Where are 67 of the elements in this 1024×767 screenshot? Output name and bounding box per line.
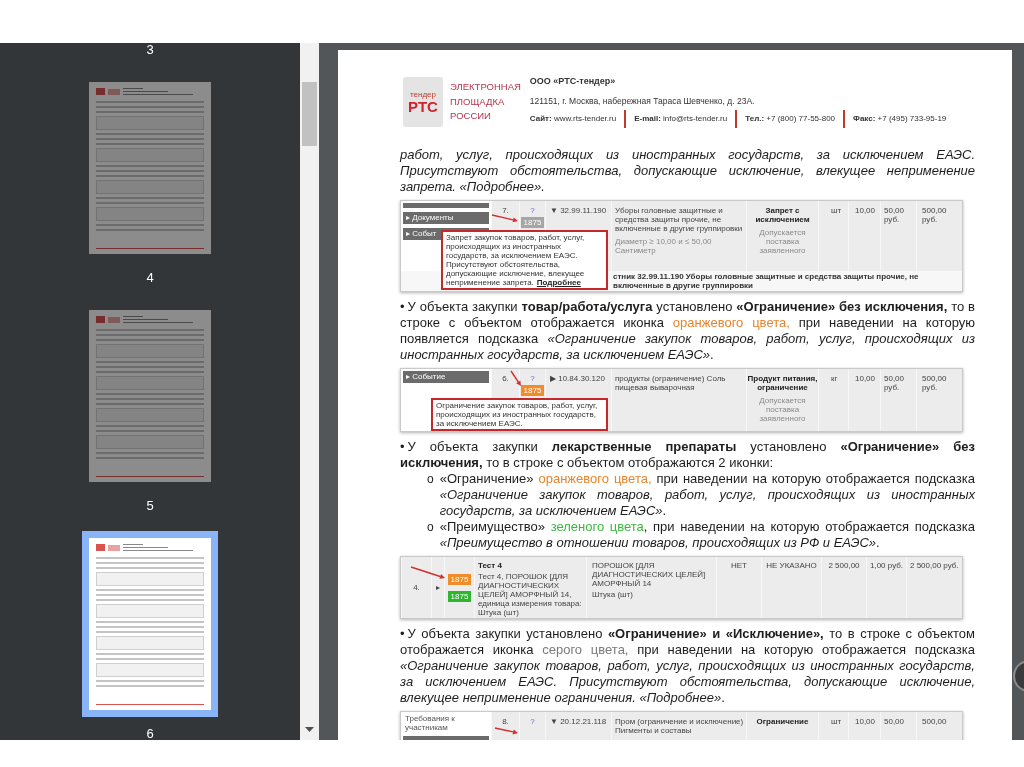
- table-text: 4.: [413, 583, 420, 592]
- list-marker: o: [427, 471, 434, 487]
- table-text: ▶ 10.84.30.120: [550, 374, 605, 383]
- logo-caption: тендер: [410, 89, 436, 99]
- platform-name: ЭЛЕКТРОННАЯ ПЛОЩАДКА РОССИИ: [450, 80, 521, 123]
- table-text: 50,00 руб.: [884, 374, 906, 392]
- table-text: 10,00: [855, 717, 876, 726]
- list-item-text: «Преимущество» зеленого цвета, при наведении на которую отображается подсказка «Преимущество в отношении товаров, происходящих из РФ и ЕАЭС».: [439, 519, 975, 551]
- tooltip-text: Запрет закупок товаров, работ, услуг, происходящих из иностранных государств, за исключением ЕАЭС. Присутствуют обстоятельства, допускающие исключение, влекущее неприменение запрета. Подробнее: [446, 233, 586, 287]
- bullet-paragraph: • У объекта закупки лекарственные препараты установлено «Ограничение» без исключения, то в строке с объектом отображаются 2 иконки:: [400, 439, 975, 471]
- number-badge: 1875: [520, 217, 545, 228]
- table-text: 10,00: [855, 374, 876, 383]
- table-note: Диаметр ≥ 10,00 и ≤ 50,00 Сантиметр: [615, 237, 713, 255]
- logo-text: РТС: [408, 98, 438, 115]
- table-text: 500,00 руб.: [922, 374, 948, 392]
- table-text: ▸: [436, 583, 440, 592]
- table-text: 10,00: [855, 206, 876, 215]
- table-text: Штука (шт): [592, 590, 633, 599]
- table-label: Продукт питания, ограничение: [747, 374, 818, 392]
- bullet-paragraph: • У объекта закупки установлено «Ограничение» и «Исключение», то в строке с объектом отображается иконка серого цвета, при наведении на которую отображается подсказка «Ограничение закупок товаров, работ, услуг, происходящих из иностранных государств, за исключением ЕАЭС. Присутствуют обстоятельства, допускающие исключение, влекущее неприменение ограничения. «Подробнее».: [400, 626, 975, 706]
- table-text: Уборы головные защитные и средства защиты прочие, не включенные в другие группировки: [615, 206, 744, 233]
- list-item-text: «Ограничение» оранжевого цвета, при наведении на которую отображается подсказка «Ограничение закупок товаров, работ, услуг, происходящих из иностранных государств, за исключением ЕАЭС».: [439, 471, 975, 519]
- tooltip-text: Ограничение закупок товаров, работ, услуг, происходящих из иностранных государств, за исключением ЕАЭС.: [436, 401, 599, 428]
- contact-text: Факс: +7 (495) 733-95-19: [853, 113, 947, 125]
- table-text: 500,00 руб.: [922, 206, 948, 224]
- number-badge: 1875: [520, 385, 545, 396]
- company-name: ООО «РТС-тендер»: [529, 75, 617, 87]
- table-text: шт: [831, 717, 842, 726]
- number-badge: 1875: [447, 573, 472, 585]
- table-note: Допускается поставка заявленного: [758, 396, 807, 423]
- body-paragraph: работ, услуг, происходящих из иностранных государств, за исключением ЕАЭС. Присутствуют обстоятельства, допускающие исключение, влекущее неприменение запрета. «Подробнее».: [400, 147, 975, 195]
- contact-text: Сайт: www.rts-tender.ru: [529, 113, 617, 125]
- table-text: продукты (ограничение) Соль пищевая выварочная: [615, 374, 727, 392]
- table-text: Тест 4, ПОРОШОК [ДЛЯ ДИАГНОСТИЧЕСКИХ ЦЕЛЕЙ] АМОРФНЫЙ 14, единица измерения товара: Штука (шт): [478, 572, 583, 617]
- list-marker: o: [427, 519, 434, 535]
- table-text: НЕТ: [731, 561, 747, 570]
- table-text: 7.: [502, 206, 509, 215]
- table-text: 1,00 руб.: [870, 561, 904, 570]
- table-text: ▼ 20.12.21.118: [550, 717, 607, 726]
- page-number: 5: [146, 499, 154, 512]
- table-label: Ограничение: [756, 717, 809, 726]
- table-text: Пром (ограничение и исключение) Пигменты и составы: [615, 717, 745, 735]
- bullet-paragraph: • У объекта закупки товар/работа/услуга установлено «Ограничение» без исключения, то в строке с объектом отображается иконка оранжевого цвета, при наведении на которую появляется подсказка «Ограничение закупок товаров, работ, услуг, происходящих из иностранных государств, за исключением ЕАЭС».: [400, 299, 975, 363]
- table-label: Тест 4: [478, 561, 502, 570]
- table-text: 500,00: [922, 717, 947, 726]
- table-text: 6.: [502, 374, 509, 383]
- table-text: 50,00: [884, 717, 905, 726]
- table-text: ▼ 32.99.11.190: [550, 206, 607, 215]
- table-note: Допускается поставка заявленного: [758, 228, 807, 255]
- page-number: 3: [146, 43, 154, 56]
- table-label: Запрет с исключением: [754, 206, 811, 224]
- table-text: 8.: [502, 717, 509, 726]
- summary-text: стник 32.99.11.190 Уборы головные защитные и средства защиты прочие, не включенные в другие группировки: [613, 272, 920, 290]
- table-text: ПОРОШОК [ДЛЯ ДИАГНОСТИЧЕСКИХ ЦЕЛЕЙ] АМОРФНЫЙ 14: [592, 561, 707, 588]
- address-text: 121151, г. Москва, набережная Тараса Шевченко, д. 23А.: [529, 95, 756, 107]
- table-text: кг: [831, 374, 838, 383]
- table-text: 50,00 руб.: [884, 206, 906, 224]
- contact-text: Тел.: +7 (800) 77-55-800: [745, 113, 836, 125]
- number-badge: 1875: [447, 590, 472, 602]
- page-number: 4: [146, 271, 154, 284]
- contact-text: E-mail: info@rts-tender.ru: [634, 113, 728, 125]
- side-label: Требования к участникам: [405, 714, 456, 732]
- table-text: НЕ УКАЗАНО: [766, 561, 817, 570]
- table-text: шт: [831, 206, 842, 215]
- page-number: 6: [146, 727, 154, 740]
- table-text: 2 500,00 руб.: [910, 561, 959, 570]
- table-text: 2 500,00: [828, 561, 860, 570]
